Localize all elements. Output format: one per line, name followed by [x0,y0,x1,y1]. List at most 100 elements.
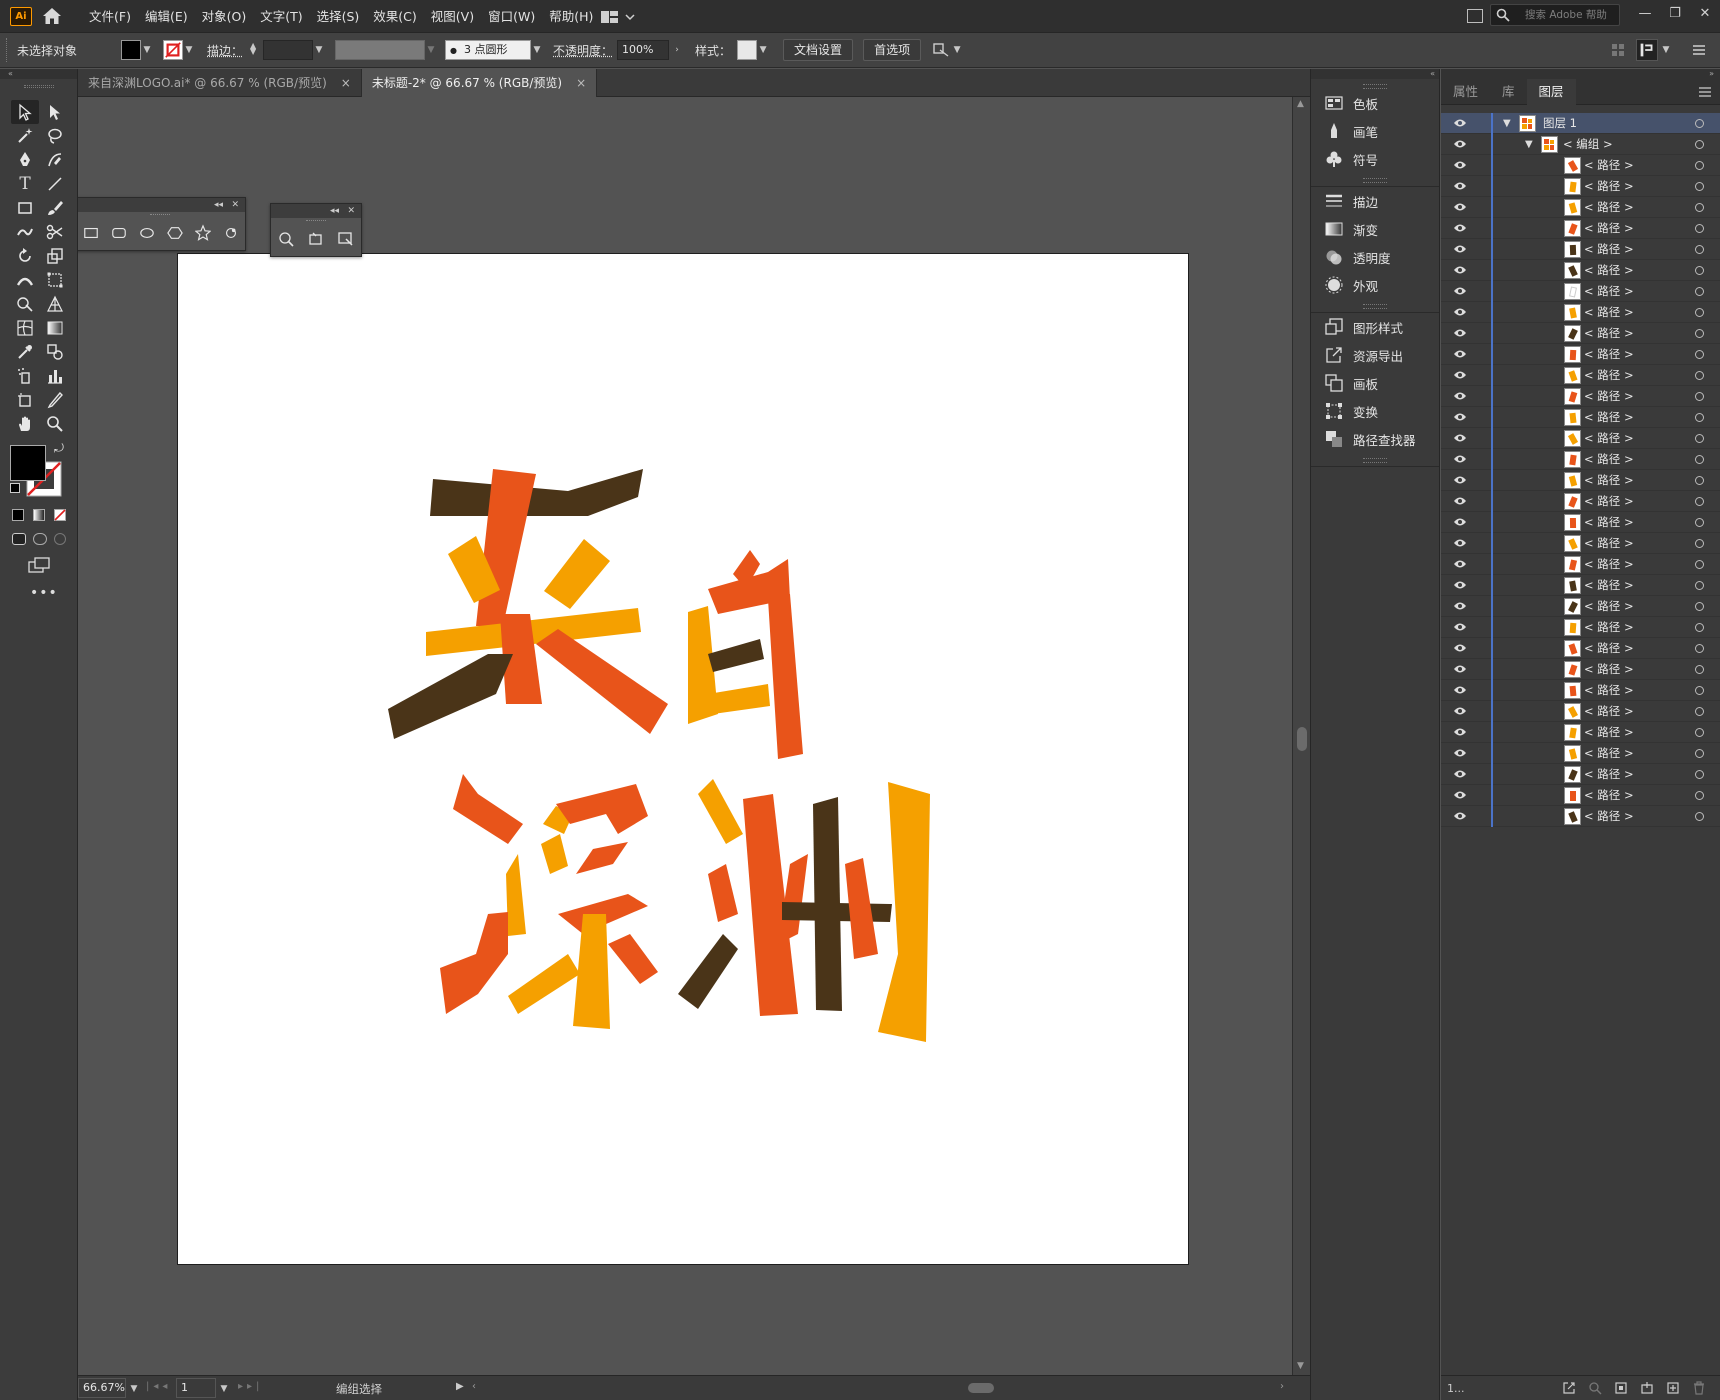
scissors-tool-icon[interactable] [41,220,69,244]
path-name[interactable]: < 路径 > [1584,617,1634,638]
panel-brushes[interactable]: 画笔 [1311,117,1439,145]
hscroll-left-icon[interactable]: ‹ [472,1381,476,1392]
target-circle-icon[interactable] [1695,350,1704,359]
path-row[interactable]: < 路径 > [1441,764,1720,785]
menu-select[interactable]: 选择(S) [310,0,367,33]
next-last-artboard-icon[interactable]: ▸▸| [238,1381,263,1392]
align-grid-icon[interactable] [1610,42,1626,58]
path-name[interactable]: < 路径 > [1584,785,1634,806]
target-circle-icon[interactable] [1695,119,1704,128]
visibility-eye-icon[interactable] [1453,769,1467,779]
target-circle-icon[interactable] [1695,329,1704,338]
flare-icon[interactable] [223,224,239,242]
shaper-tool-icon[interactable] [11,220,39,244]
visibility-eye-icon[interactable] [1453,412,1467,422]
symbol-sprayer-tool-icon[interactable] [11,364,39,388]
path-row[interactable]: < 路径 > [1441,554,1720,575]
line-tool-icon[interactable] [41,172,69,196]
rounded-rectangle-icon[interactable] [111,224,127,242]
menu-window[interactable]: 窗口(W) [481,0,542,33]
path-name[interactable]: < 路径 > [1584,806,1634,827]
flyout-close-icon[interactable]: ✕ [347,204,355,218]
magic-wand-tool-icon[interactable] [11,124,39,148]
path-name[interactable]: < 路径 > [1584,323,1634,344]
swap-fill-stroke-icon[interactable]: ⤾ [54,441,64,456]
pen-tool-icon[interactable] [11,148,39,172]
visibility-eye-icon[interactable] [1453,559,1467,569]
blend-tool-icon[interactable] [41,340,69,364]
fill-color-box[interactable] [10,445,46,481]
path-row[interactable]: < 路径 > [1441,281,1720,302]
panel-gradient[interactable]: 渐变 [1311,215,1439,243]
close-window-button[interactable]: ✕ [1690,3,1720,25]
type-tool-icon[interactable]: T [11,172,39,196]
path-row[interactable]: < 路径 > [1441,239,1720,260]
target-circle-icon[interactable] [1695,665,1704,674]
visibility-eye-icon[interactable] [1453,139,1467,149]
path-name[interactable]: < 路径 > [1584,260,1634,281]
visibility-eye-icon[interactable] [1453,202,1467,212]
target-circle-icon[interactable] [1695,434,1704,443]
tools-collapse-icon[interactable]: « [0,69,77,79]
scroll-up-icon[interactable]: ▲ [1297,99,1304,109]
path-row[interactable]: < 路径 > [1441,533,1720,554]
menu-view[interactable]: 视图(V) [424,0,481,33]
slice-tool-icon[interactable] [41,388,69,412]
flyout-close-icon[interactable]: ✕ [231,198,239,212]
arrange-panels-dropdown-icon[interactable]: ▼ [1660,44,1672,56]
eyedropper-tool-icon[interactable] [11,340,39,364]
tab-untitled-2[interactable]: 未标题-2* @ 66.67 % (RGB/预览) × [361,68,598,97]
flyout-collapse-icon[interactable]: ◂◂ [330,204,339,218]
stroke-weight-input[interactable] [263,40,314,60]
preferences-button[interactable]: 首选项 [863,39,922,61]
artboard-dropdown-icon[interactable]: ▼ [218,1383,230,1395]
zoom-dropdown-icon[interactable]: ▼ [128,1383,140,1395]
path-name[interactable]: < 路径 > [1584,428,1634,449]
path-row[interactable]: < 路径 > [1441,701,1720,722]
curvature-tool-icon[interactable] [41,148,69,172]
layer-name[interactable]: 图层 1 [1543,113,1577,134]
path-row[interactable]: < 路径 > [1441,638,1720,659]
logo-stroke[interactable] [430,469,643,516]
quick-actions-icon[interactable] [933,42,951,58]
path-row[interactable]: < 路径 > [1441,428,1720,449]
polygon-icon[interactable] [167,224,183,242]
path-row[interactable]: < 路径 > [1441,323,1720,344]
path-name[interactable]: < 路径 > [1584,722,1634,743]
rotate-tool-icon[interactable] [11,244,39,268]
status-menu-icon[interactable]: ▶ [456,1381,464,1392]
logo-stroke[interactable] [698,779,743,844]
layers-collapse-icon[interactable]: » [1441,69,1720,79]
path-name[interactable]: < 路径 > [1584,512,1634,533]
hand-tool-icon[interactable] [11,412,39,436]
target-circle-icon[interactable] [1695,245,1704,254]
visibility-eye-icon[interactable] [1453,160,1467,170]
target-circle-icon[interactable] [1695,161,1704,170]
mesh-tool-icon[interactable] [11,316,39,340]
target-circle-icon[interactable] [1695,392,1704,401]
selection-tool-icon[interactable] [11,100,39,124]
logo-stroke[interactable] [708,639,764,672]
target-circle-icon[interactable] [1695,707,1704,716]
default-colors-icon[interactable] [10,483,20,493]
path-row[interactable]: < 路径 > [1441,176,1720,197]
new-sublayer-icon[interactable] [1640,1381,1654,1395]
target-circle-icon[interactable] [1695,371,1704,380]
path-name[interactable]: < 路径 > [1584,407,1634,428]
visibility-eye-icon[interactable] [1453,454,1467,464]
target-circle-icon[interactable] [1695,182,1704,191]
path-name[interactable]: < 路径 > [1584,575,1634,596]
path-row[interactable]: < 路径 > [1441,260,1720,281]
menu-file[interactable]: 文件(F) [82,0,138,33]
opacity-input[interactable]: 100% [617,40,670,60]
group-name[interactable]: < 编组 > [1563,134,1613,155]
visibility-eye-icon[interactable] [1453,181,1467,191]
panel-transform[interactable]: 变换 [1311,397,1439,425]
visibility-eye-icon[interactable] [1453,664,1467,674]
stroke-weight-dropdown-icon[interactable]: ▼ [313,44,325,56]
tab-properties[interactable]: 属性 [1441,79,1490,105]
dock-collapse-icon[interactable]: « [1311,69,1439,79]
style-dropdown-icon[interactable]: ▼ [757,44,769,56]
zoom-tool-icon[interactable] [41,412,69,436]
path-name[interactable]: < 路径 > [1584,764,1634,785]
